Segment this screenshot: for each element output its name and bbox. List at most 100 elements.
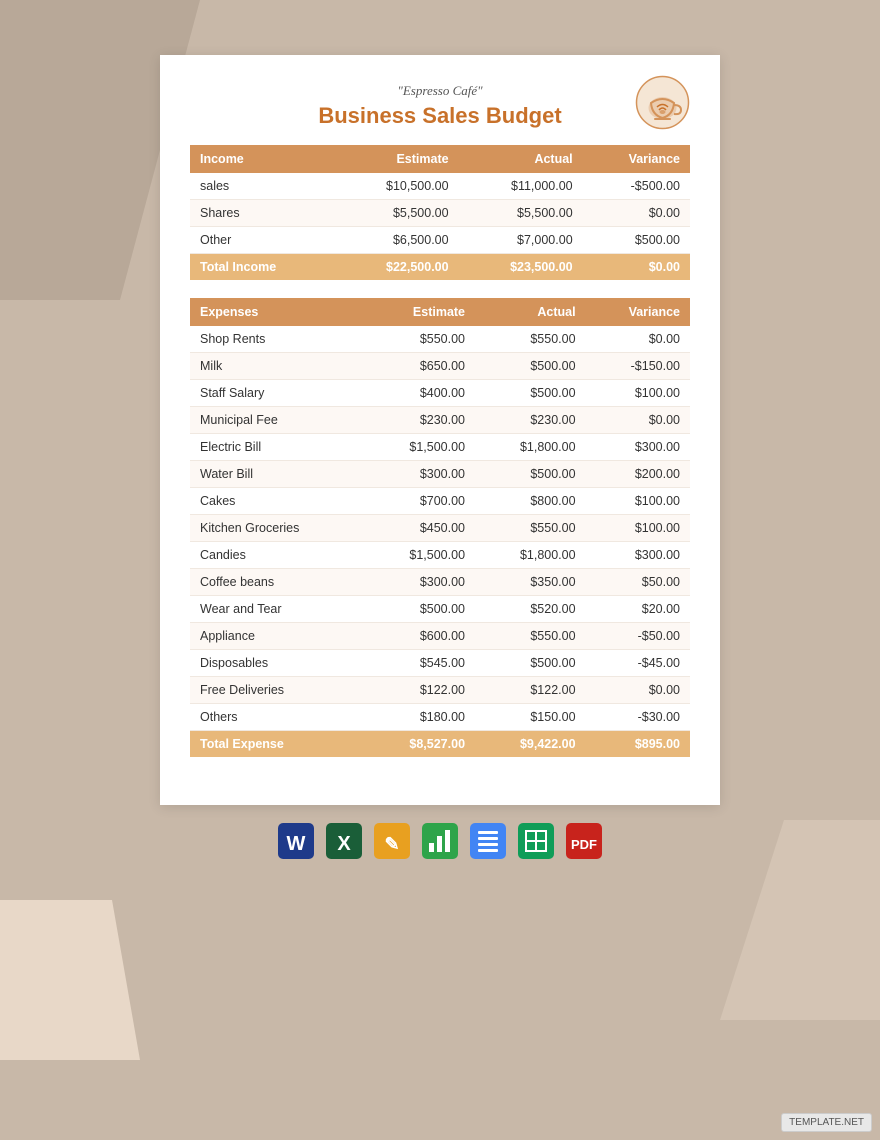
- expense-cell-13-0: Free Deliveries: [190, 677, 364, 704]
- expenses-section: Expenses Estimate Actual Variance Shop R…: [190, 298, 690, 757]
- expense-cell-12-2: $500.00: [475, 650, 586, 677]
- expense-cell-9-0: Coffee beans: [190, 569, 364, 596]
- expenses-total-cell-3: $895.00: [586, 731, 690, 758]
- expense-cell-11-1: $600.00: [364, 623, 475, 650]
- coffee-cup-icon: [635, 75, 690, 130]
- expense-cell-8-3: $300.00: [586, 542, 690, 569]
- expense-cell-6-1: $700.00: [364, 488, 475, 515]
- expense-cell-12-3: -$45.00: [586, 650, 690, 677]
- expense-cell-2-2: $500.00: [475, 380, 586, 407]
- income-total-cell-1: $22,500.00: [335, 254, 459, 281]
- expense-cell-10-2: $520.00: [475, 596, 586, 623]
- expense-cell-2-1: $400.00: [364, 380, 475, 407]
- expense-cell-4-3: $300.00: [586, 434, 690, 461]
- svg-text:W: W: [287, 833, 306, 855]
- numbers-icon[interactable]: [422, 823, 458, 864]
- income-total-cell-0: Total Income: [190, 254, 335, 281]
- pdf-icon[interactable]: PDF: [566, 823, 602, 864]
- expense-row: Appliance$600.00$550.00-$50.00: [190, 623, 690, 650]
- income-cell-2-2: $7,000.00: [459, 227, 583, 254]
- document: "Espresso Café" Business Sales Budget: [160, 55, 720, 805]
- expense-row: Disposables$545.00$500.00-$45.00: [190, 650, 690, 677]
- income-col-header: Income: [190, 145, 335, 173]
- income-section: Income Estimate Actual Variance sales$10…: [190, 145, 690, 280]
- expense-cell-7-0: Kitchen Groceries: [190, 515, 364, 542]
- expense-cell-10-0: Wear and Tear: [190, 596, 364, 623]
- income-row: Shares$5,500.00$5,500.00$0.00: [190, 200, 690, 227]
- expense-cell-3-3: $0.00: [586, 407, 690, 434]
- gsheets-icon[interactable]: [518, 823, 554, 864]
- variance-col-header: Variance: [583, 145, 690, 173]
- expense-cell-2-3: $100.00: [586, 380, 690, 407]
- income-cell-1-0: Shares: [190, 200, 335, 227]
- income-cell-0-0: sales: [190, 173, 335, 200]
- expense-cell-14-0: Others: [190, 704, 364, 731]
- income-total-cell-3: $0.00: [583, 254, 690, 281]
- expense-cell-0-3: $0.00: [586, 326, 690, 353]
- expense-cell-12-0: Disposables: [190, 650, 364, 677]
- document-header: "Espresso Café" Business Sales Budget: [190, 83, 690, 129]
- expense-cell-7-2: $550.00: [475, 515, 586, 542]
- expense-cell-13-3: $0.00: [586, 677, 690, 704]
- expense-cell-4-0: Electric Bill: [190, 434, 364, 461]
- expense-cell-6-0: Cakes: [190, 488, 364, 515]
- actual-col-header: Actual: [459, 145, 583, 173]
- expense-cell-1-2: $500.00: [475, 353, 586, 380]
- expense-cell-3-2: $230.00: [475, 407, 586, 434]
- expense-cell-9-3: $50.00: [586, 569, 690, 596]
- income-cell-1-1: $5,500.00: [335, 200, 459, 227]
- income-row: Other$6,500.00$7,000.00$500.00: [190, 227, 690, 254]
- expense-row: Shop Rents$550.00$550.00$0.00: [190, 326, 690, 353]
- expense-row: Electric Bill$1,500.00$1,800.00$300.00: [190, 434, 690, 461]
- income-total-cell-2: $23,500.00: [459, 254, 583, 281]
- expense-cell-6-2: $800.00: [475, 488, 586, 515]
- expense-cell-4-2: $1,800.00: [475, 434, 586, 461]
- expense-cell-14-2: $150.00: [475, 704, 586, 731]
- expense-cell-4-1: $1,500.00: [364, 434, 475, 461]
- excel-icon[interactable]: X: [326, 823, 362, 864]
- income-table: Income Estimate Actual Variance sales$10…: [190, 145, 690, 280]
- expense-cell-6-3: $100.00: [586, 488, 690, 515]
- gdocs-icon[interactable]: [470, 823, 506, 864]
- expense-cell-0-1: $550.00: [364, 326, 475, 353]
- expense-cell-14-1: $180.00: [364, 704, 475, 731]
- expense-cell-7-1: $450.00: [364, 515, 475, 542]
- income-cell-2-1: $6,500.00: [335, 227, 459, 254]
- income-total-row: Total Income$22,500.00$23,500.00$0.00: [190, 254, 690, 281]
- expenses-total-cell-1: $8,527.00: [364, 731, 475, 758]
- cafe-name: "Espresso Café": [397, 83, 482, 99]
- expense-cell-0-2: $550.00: [475, 326, 586, 353]
- income-cell-1-2: $5,500.00: [459, 200, 583, 227]
- expense-cell-5-2: $500.00: [475, 461, 586, 488]
- expense-cell-1-1: $650.00: [364, 353, 475, 380]
- expense-row: Water Bill$300.00$500.00$200.00: [190, 461, 690, 488]
- expense-row: Kitchen Groceries$450.00$550.00$100.00: [190, 515, 690, 542]
- svg-text:PDF: PDF: [571, 837, 597, 852]
- expense-cell-7-3: $100.00: [586, 515, 690, 542]
- expense-cell-9-2: $350.00: [475, 569, 586, 596]
- expenses-actual-col-header: Actual: [475, 298, 586, 326]
- expense-cell-0-0: Shop Rents: [190, 326, 364, 353]
- word-icon[interactable]: W: [278, 823, 314, 864]
- document-title: Business Sales Budget: [318, 103, 561, 129]
- expense-cell-8-0: Candies: [190, 542, 364, 569]
- expense-cell-12-1: $545.00: [364, 650, 475, 677]
- pages-icon[interactable]: ✎: [374, 823, 410, 864]
- expense-row: Candies$1,500.00$1,800.00$300.00: [190, 542, 690, 569]
- expense-row: Coffee beans$300.00$350.00$50.00: [190, 569, 690, 596]
- income-header-row: Income Estimate Actual Variance: [190, 145, 690, 173]
- expenses-total-cell-2: $9,422.00: [475, 731, 586, 758]
- expense-cell-10-3: $20.00: [586, 596, 690, 623]
- expense-cell-11-2: $550.00: [475, 623, 586, 650]
- expense-cell-5-3: $200.00: [586, 461, 690, 488]
- income-cell-0-1: $10,500.00: [335, 173, 459, 200]
- income-cell-0-2: $11,000.00: [459, 173, 583, 200]
- income-cell-0-3: -$500.00: [583, 173, 690, 200]
- expense-cell-14-3: -$30.00: [586, 704, 690, 731]
- expense-cell-3-0: Municipal Fee: [190, 407, 364, 434]
- expense-row: Cakes$700.00$800.00$100.00: [190, 488, 690, 515]
- expenses-table: Expenses Estimate Actual Variance Shop R…: [190, 298, 690, 757]
- template-badge: TEMPLATE.NET: [781, 1113, 872, 1132]
- expense-cell-13-2: $122.00: [475, 677, 586, 704]
- expense-row: Free Deliveries$122.00$122.00$0.00: [190, 677, 690, 704]
